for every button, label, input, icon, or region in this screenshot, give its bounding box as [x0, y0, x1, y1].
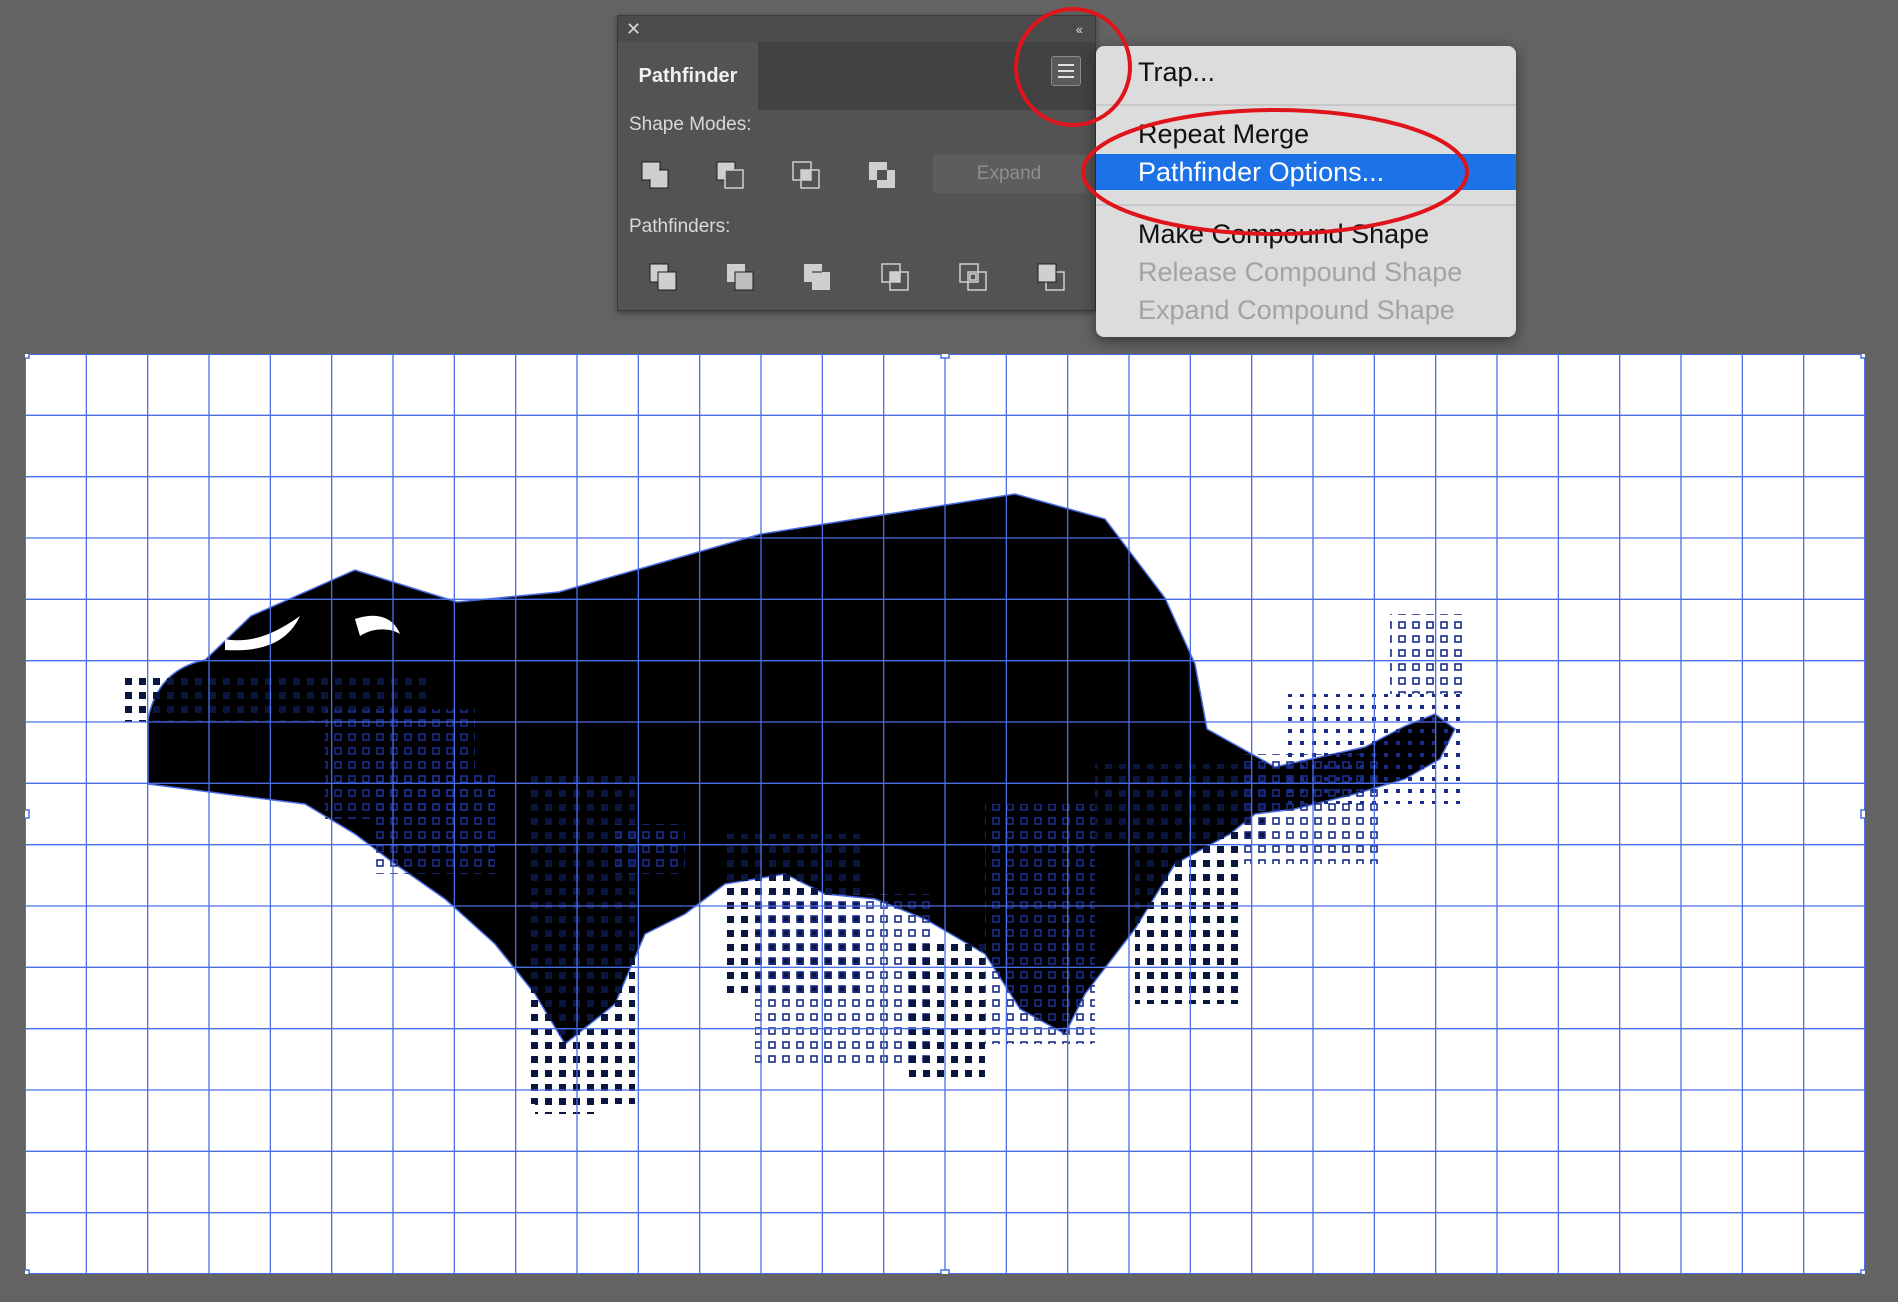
- shape-modes-label: Shape Modes:: [629, 114, 752, 135]
- menu-item-release-compound-shape: Release Compound Shape: [1138, 257, 1463, 287]
- artwork-canvas[interactable]: [25, 354, 1865, 1274]
- tab-pathfinder[interactable]: Pathfinder: [618, 42, 758, 110]
- panel-titlebar: ✕ ‹‹: [618, 16, 1095, 42]
- intersect-icon[interactable]: [791, 160, 821, 190]
- panel-tab-row: Pathfinder: [618, 42, 1095, 110]
- divide-icon[interactable]: [648, 262, 678, 292]
- panel-menu-button[interactable]: [1051, 56, 1081, 86]
- menu-item-repeat-merge[interactable]: Repeat Merge: [1096, 116, 1516, 152]
- pathfinders-label: Pathfinders:: [629, 216, 731, 237]
- menu-item-pathfinder-options[interactable]: Pathfinder Options...: [1096, 154, 1516, 190]
- crop-icon[interactable]: [880, 262, 910, 292]
- unite-icon[interactable]: [640, 160, 670, 190]
- minus-back-icon[interactable]: [1036, 262, 1066, 292]
- panel-flyout-menu: Trap... Repeat Merge Pathfinder Options.…: [1096, 46, 1516, 337]
- minus-front-icon[interactable]: [715, 160, 745, 190]
- trim-icon[interactable]: [725, 262, 755, 292]
- menu-separator: [1096, 104, 1516, 106]
- close-icon[interactable]: ✕: [626, 18, 641, 40]
- outline-icon[interactable]: [958, 262, 988, 292]
- expand-button[interactable]: Expand: [933, 155, 1085, 193]
- exclude-icon[interactable]: [867, 160, 897, 190]
- menu-item-expand-compound-shape: Expand Compound Shape: [1138, 295, 1455, 325]
- menu-item-make-compound-shape[interactable]: Make Compound Shape: [1096, 216, 1516, 252]
- merge-icon[interactable]: [802, 262, 832, 292]
- collapse-icon[interactable]: ‹‹: [1076, 19, 1083, 39]
- grid-overlay: [25, 354, 1865, 1274]
- menu-item-trap[interactable]: Trap...: [1096, 54, 1516, 90]
- menu-separator: [1096, 204, 1516, 206]
- pathfinder-panel: ✕ ‹‹ Pathfinder Shape Modes: Expand Path…: [617, 15, 1096, 311]
